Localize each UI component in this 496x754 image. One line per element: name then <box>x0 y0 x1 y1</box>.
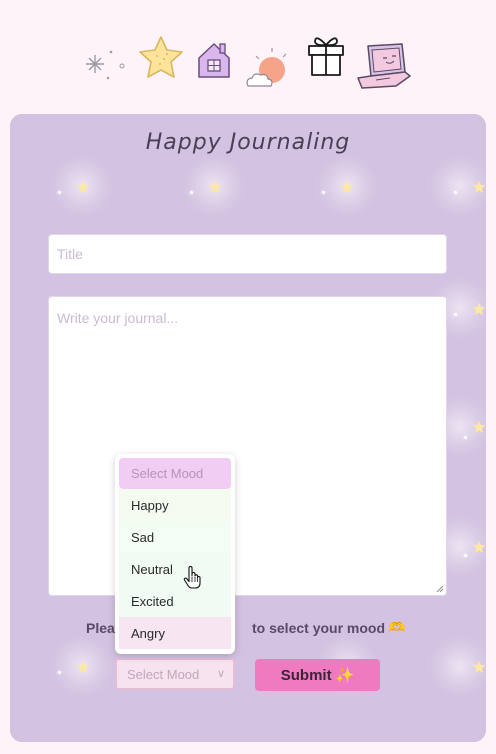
page-title: Happy Journaling <box>145 130 351 155</box>
star-decoration-icon <box>472 540 486 553</box>
sparkle-dot <box>464 436 467 439</box>
header-icon-row <box>0 26 496 96</box>
mood-option-excited[interactable]: Excited <box>119 585 231 617</box>
laptop-icon <box>357 43 411 89</box>
submit-button[interactable]: Submit ✨ <box>255 659 380 691</box>
title-input[interactable]: Title <box>48 234 447 274</box>
submit-button-label: Submit <box>280 666 332 684</box>
sparkle-dot <box>58 671 61 674</box>
resize-grip-icon[interactable] <box>436 585 444 593</box>
chevron-down-icon: ∨ <box>216 668 225 680</box>
journal-textarea-placeholder: Write your journal... <box>57 310 179 326</box>
sparkles-icon: ✨ <box>335 667 355 684</box>
mood-select[interactable]: Select Mood ∨ <box>115 658 235 690</box>
gift-icon <box>308 37 344 76</box>
star-decoration-icon <box>472 180 486 193</box>
sparkle-dot <box>58 191 61 194</box>
sun-cloud-icon <box>246 48 287 87</box>
mood-dropdown-list[interactable]: Select Mood Happy Sad Neutral Excited An… <box>115 454 235 654</box>
sparkle-icon <box>86 50 125 80</box>
heart-hands-icon: 🫶 <box>388 619 406 635</box>
mood-option-placeholder[interactable]: Select Mood <box>119 458 231 489</box>
sparkle-dot <box>464 554 467 557</box>
mood-option-happy[interactable]: Happy <box>119 489 231 521</box>
house-icon <box>198 43 230 78</box>
star-decoration-icon <box>472 302 486 315</box>
mood-option-neutral[interactable]: Neutral <box>119 553 231 585</box>
mood-prompt-left: Plea <box>86 620 115 636</box>
sparkle-dot <box>454 313 457 316</box>
star-decoration-icon <box>472 660 486 673</box>
star-decoration-icon <box>76 180 90 193</box>
sparkle-dot <box>454 191 457 194</box>
mood-select-value: Select Mood <box>127 666 200 682</box>
mood-option-angry[interactable]: Angry <box>119 617 231 649</box>
sparkle-dot <box>190 191 193 194</box>
mood-prompt-right: to select your mood <box>252 620 386 636</box>
hand-cursor-icon <box>183 566 201 589</box>
title-input-placeholder: Title <box>57 246 83 262</box>
star-decoration-icon <box>208 180 222 193</box>
journal-textarea[interactable]: Write your journal... <box>48 296 447 596</box>
mood-option-sad[interactable]: Sad <box>119 521 231 553</box>
star-decoration-icon <box>76 660 90 673</box>
sparkle-dot <box>322 191 325 194</box>
journal-card: Happy Journaling Title Write your journa… <box>10 114 486 742</box>
star-decoration-icon <box>472 420 486 433</box>
star-icon <box>139 36 183 78</box>
star-decoration-icon <box>340 180 354 193</box>
